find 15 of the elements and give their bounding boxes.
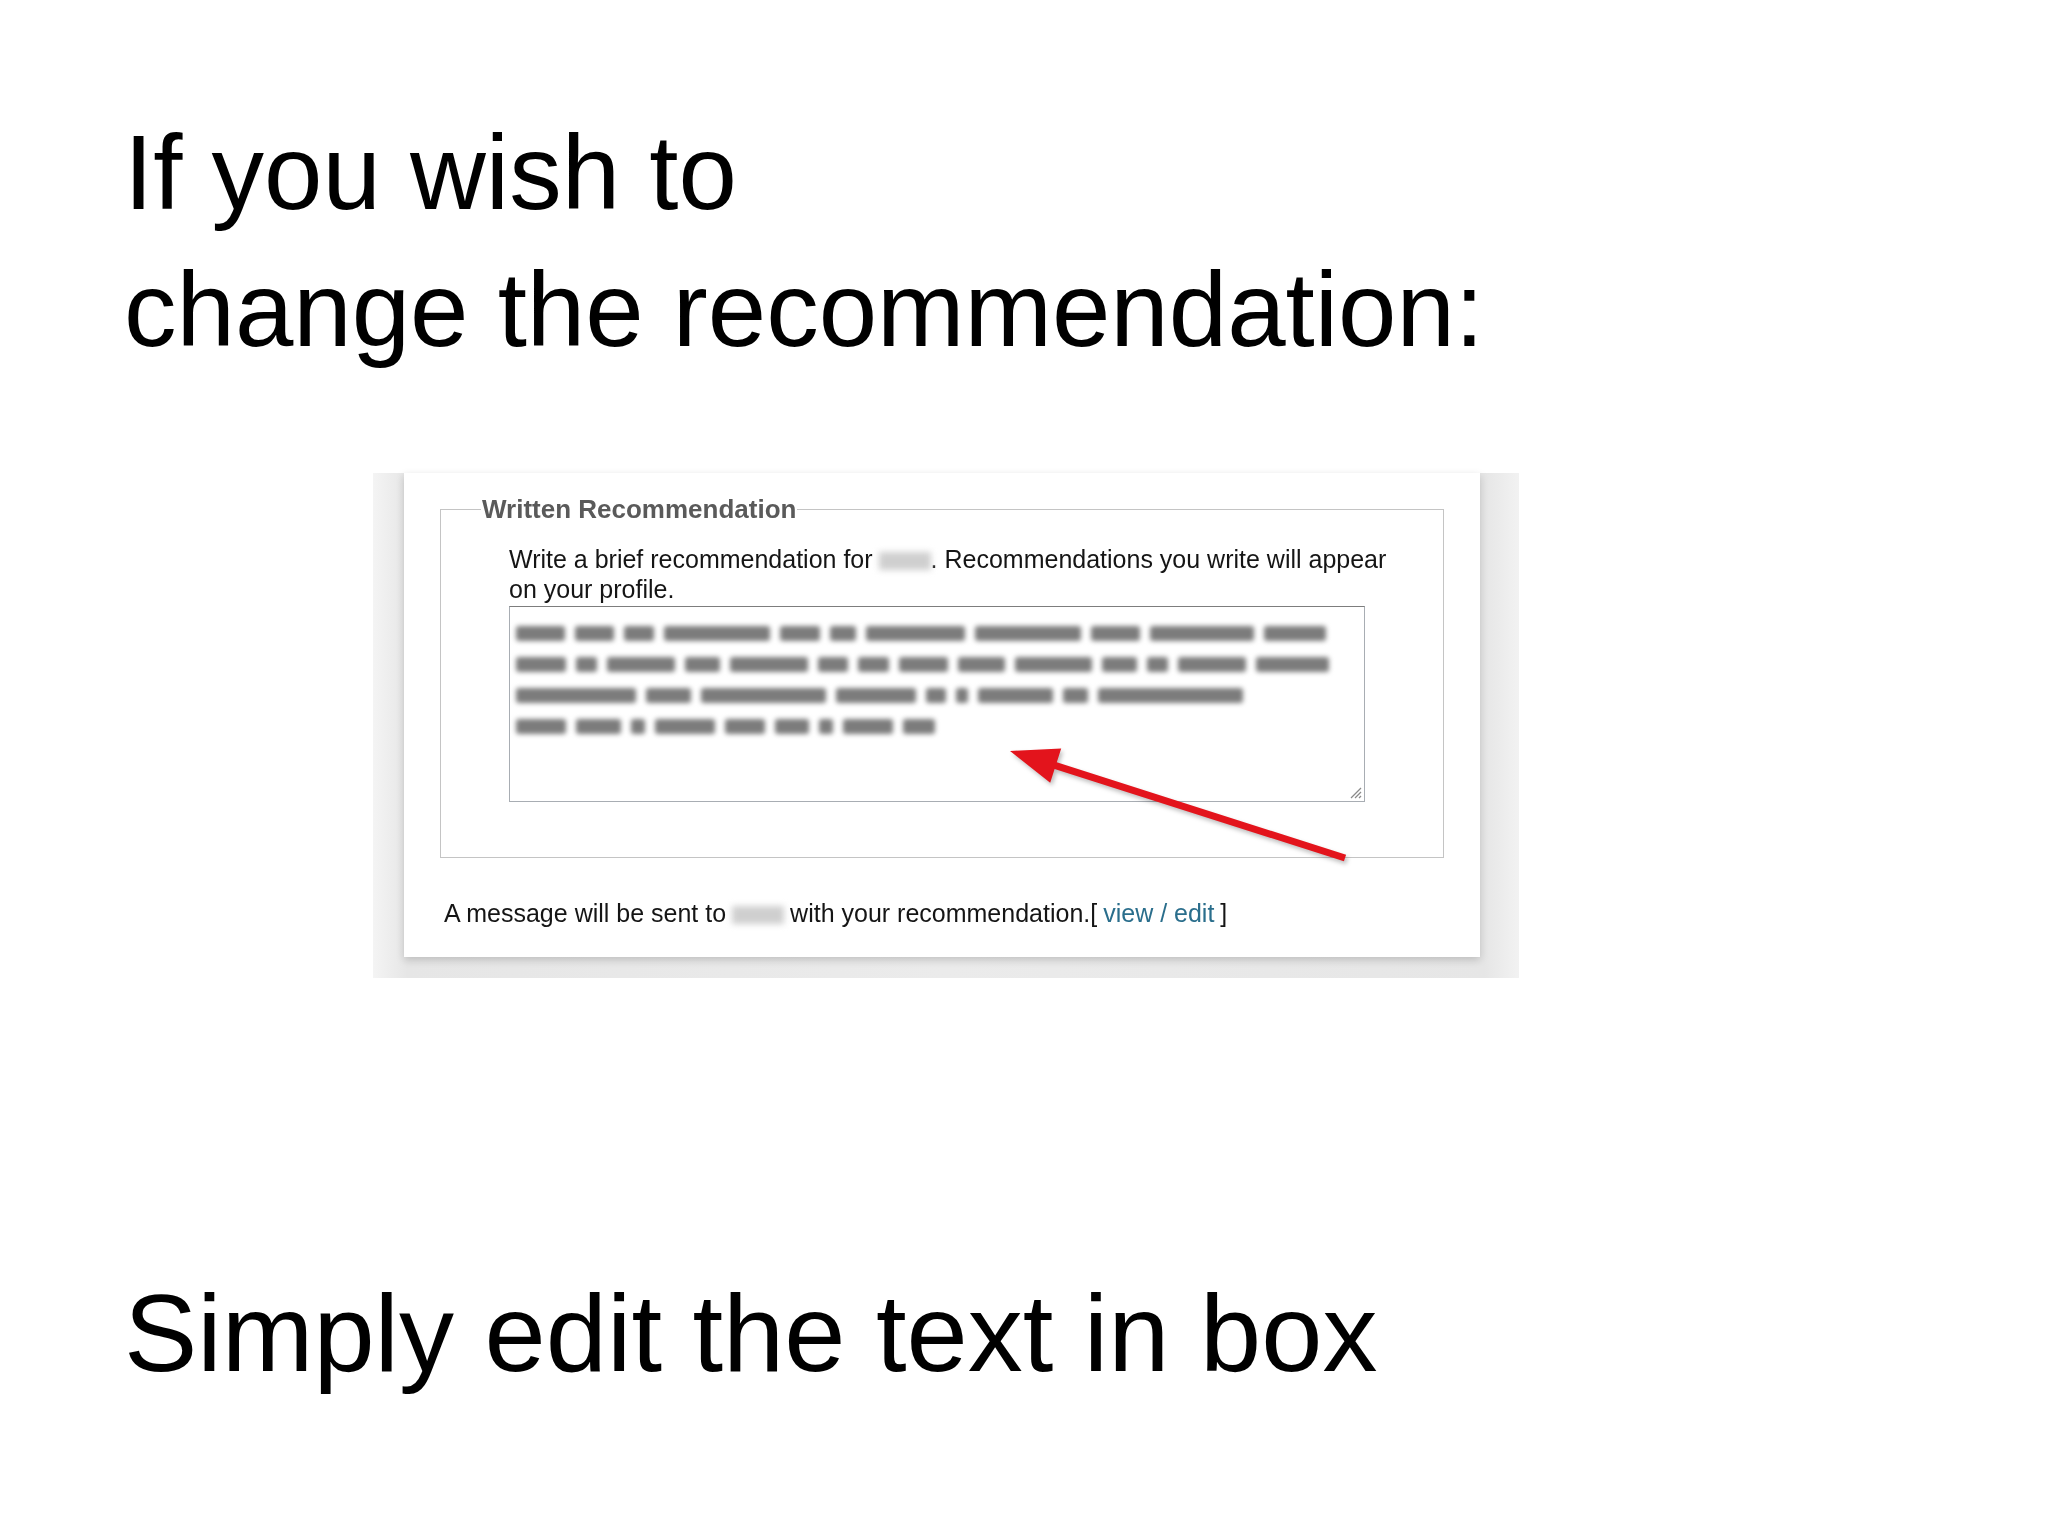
blurred-name	[878, 552, 931, 570]
bracket-text: [	[1090, 899, 1098, 927]
description-text: Write a brief recommendation for	[509, 545, 873, 573]
description-text: on your profile.	[509, 574, 675, 604]
blurred-name	[732, 906, 785, 924]
slide-caption: Simply edit the text in box	[124, 1270, 1378, 1396]
view-edit-link[interactable]: view / edit	[1103, 899, 1215, 927]
section-legend: Written Recommendation	[481, 494, 798, 524]
recommendation-textarea[interactable]	[509, 606, 1365, 802]
slide-title: If you wish to change the recommendation:	[124, 113, 1485, 370]
footer-text: A message will be sent to	[444, 899, 727, 927]
resize-grip-icon[interactable]	[1350, 787, 1362, 799]
bracket-text: ]	[1220, 899, 1228, 927]
footer-text: with your recommendation.	[790, 899, 1091, 927]
description-text: . Recommendations you write will appear	[930, 545, 1387, 573]
